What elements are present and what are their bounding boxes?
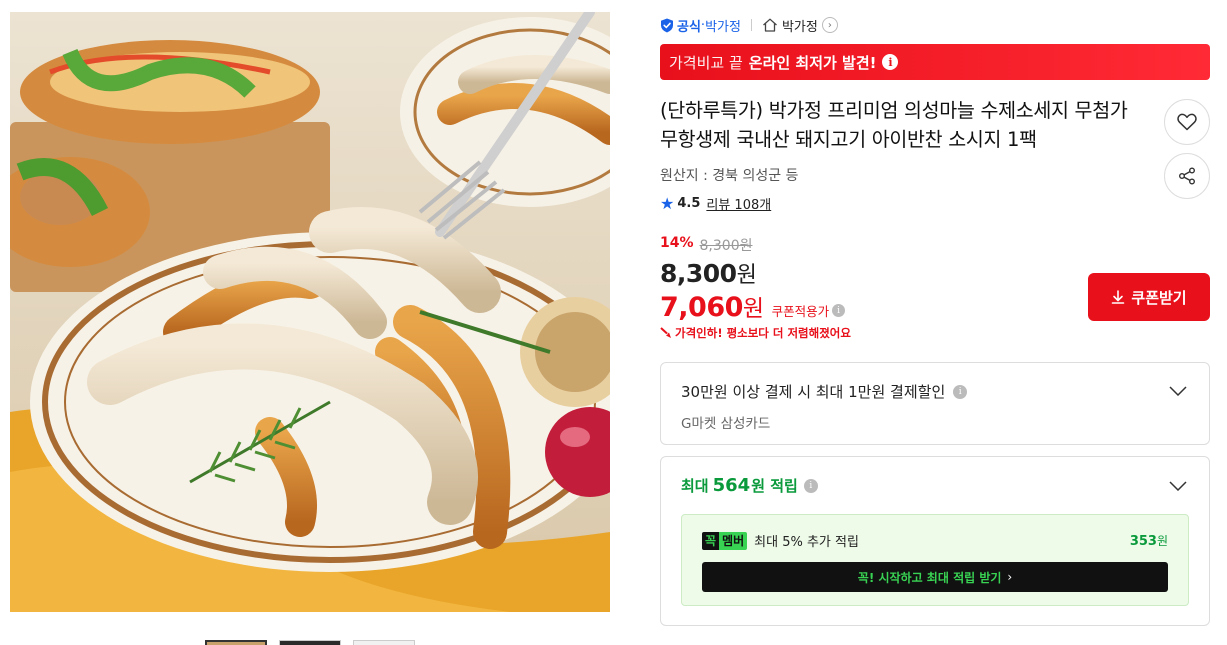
points-suffix: 원 적립 (751, 477, 798, 495)
origin-text: 원산지 : 경북 의성군 등 (660, 168, 799, 184)
official-seller-badge[interactable]: 공식 · 박가정 (660, 16, 741, 35)
info-icon[interactable]: i (803, 478, 818, 493)
member-badge-m: 멤버 (719, 531, 748, 550)
home-icon (763, 18, 777, 32)
heart-icon (1177, 113, 1197, 131)
member-desc: 최대 5% 추가 적립 (754, 535, 859, 550)
info-icon[interactable]: i (832, 304, 846, 317)
member-benefit-box: 꼭 멤버 최대 5% 추가 적립 353원 꼭! 시작하고 최대 적립 받기 › (681, 514, 1189, 606)
wishlist-button[interactable] (1164, 99, 1210, 145)
membership-cta-label: 꼭! 시작하고 최대 적립 받기 (857, 570, 1002, 585)
review-link[interactable]: 리뷰 108개 (706, 194, 771, 213)
price-drop-text: 가격인하! 평소보다 더 저렴해졌어요 (675, 326, 851, 340)
product-main-image[interactable] (10, 12, 610, 612)
seller-row: 공식 · 박가정 박가정 › (660, 12, 1210, 38)
member-badge-k: 꼭 (702, 531, 720, 550)
points-title: 최대 564 원 적립 i (681, 475, 1189, 496)
rating-row: ★ 4.5 리뷰 108개 (660, 194, 1210, 213)
divider (750, 19, 752, 31)
card-benefit-sub: G마켓 삼성카드 (681, 416, 771, 432)
chevron-right-icon: › (821, 17, 838, 33)
price-drop-icon (660, 327, 671, 338)
card-benefit-text: 30만원 이상 결제 시 최대 1만원 결제할인 (681, 383, 946, 401)
coupon-price-unit: 원 (742, 296, 764, 322)
info-icon[interactable]: i (882, 54, 899, 70)
member-badge: 꼭 멤버 (702, 531, 748, 550)
card-discount-panel[interactable]: 30만원 이상 결제 시 최대 1만원 결제할인 i G마켓 삼성카드 (660, 362, 1210, 445)
price-block: 14% 8,300원 8,300원 7,060원 쿠폰적용가 i 가격인하! 평… (660, 235, 1210, 341)
sale-price-unit: 원 (736, 263, 757, 288)
download-icon (1112, 290, 1125, 304)
title-section: (단하루특가) 박가정 프리미엄 의성마늘 수제소세지 무첨가 무항생제 국내산… (660, 96, 1210, 199)
chevron-right-icon: › (1007, 570, 1013, 584)
product-title: (단하루특가) 박가정 프리미엄 의성마늘 수제소세지 무첨가 무항생제 국내산… (660, 99, 1128, 151)
shield-check-icon (661, 18, 673, 32)
points-prefix: 최대 (681, 477, 709, 495)
share-button[interactable] (1164, 153, 1210, 199)
member-points-unit: 원 (1156, 534, 1168, 548)
thumbnail[interactable] (205, 640, 267, 645)
sale-price-value: 8,300 (660, 259, 737, 288)
promo-light-text: 가격비교 끝 (669, 53, 743, 72)
share-icon (1179, 167, 1195, 185)
price-drop-notice: 가격인하! 평소보다 더 저렴해졌어요 (660, 325, 1210, 341)
thumbnail-strip (205, 640, 415, 645)
lowest-price-banner[interactable]: 가격비교 끝 온라인 최저가 발견! i (660, 44, 1210, 80)
seller-name: 박가정 (705, 19, 741, 35)
original-price: 8,300원 (699, 238, 753, 254)
store-name: 박가정 (781, 19, 818, 35)
star-icon: ★ (660, 194, 675, 213)
product-info-panel: 공식 · 박가정 박가정 › 가격비교 끝 온라인 최저가 발견! i (단하루… (660, 12, 1210, 626)
store-link[interactable]: 박가정 › (762, 16, 838, 35)
coupon-price-value: 7,060 (660, 292, 743, 323)
thumbnail[interactable] (279, 640, 341, 645)
discount-rate: 14% (660, 235, 694, 251)
member-points-value: 353 (1129, 534, 1157, 549)
coupon-applied-label: 쿠폰적용가 i (772, 301, 846, 320)
chevron-down-icon[interactable] (1169, 481, 1187, 491)
promo-strong-text: 온라인 최저가 발견! (748, 53, 877, 72)
info-icon[interactable]: i (953, 384, 968, 399)
member-points: 353원 (1130, 532, 1168, 549)
points-panel: 최대 564 원 적립 i 꼭 멤버 최대 5% 추가 적립 353원 꼭! 시작… (660, 456, 1210, 626)
coupon-label-text: 쿠폰적용가 (771, 304, 830, 319)
coupon-price: 7,060원 (660, 289, 764, 323)
get-coupon-button[interactable]: 쿠폰받기 (1088, 273, 1210, 321)
start-membership-button[interactable]: 꼭! 시작하고 최대 적립 받기 › (702, 562, 1168, 592)
card-benefit-title: 30만원 이상 결제 시 최대 1만원 결제할인 i (681, 381, 1189, 402)
coupon-button-label: 쿠폰받기 (1131, 288, 1187, 307)
discount-row: 14% 8,300원 (660, 235, 1210, 255)
points-amount: 564 (712, 475, 751, 496)
rating-score: 4.5 (677, 196, 701, 211)
sausage-plate-illustration (10, 12, 610, 612)
official-label: 공식 (677, 19, 701, 35)
chevron-down-icon[interactable] (1169, 386, 1187, 396)
member-row: 꼭 멤버 최대 5% 추가 적립 353원 (702, 531, 1168, 550)
thumbnail[interactable] (353, 640, 415, 645)
